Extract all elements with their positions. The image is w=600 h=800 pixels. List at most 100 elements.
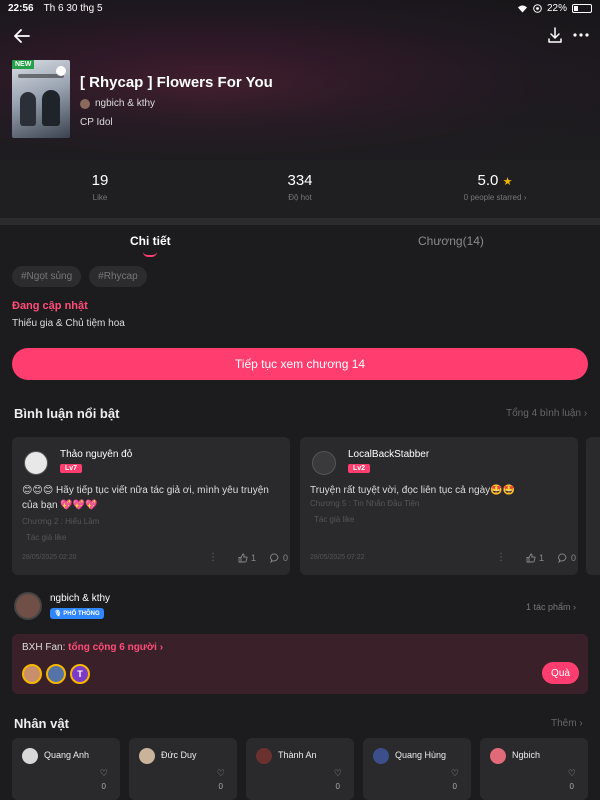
tag-list: #Ngọt sủng #Rhycap xyxy=(12,266,147,287)
heart-icon[interactable]: ♡ xyxy=(334,768,342,779)
characters-section-title: Nhân vật xyxy=(14,716,69,731)
character-card[interactable]: Thành An ♡ 0 xyxy=(246,738,354,800)
character-name: Quang Anh xyxy=(44,750,90,760)
commenter-name[interactable]: LocalBackStabber xyxy=(348,449,429,460)
characters-more-label: Thêm xyxy=(551,718,577,729)
comment-more-icon[interactable]: ⋮ xyxy=(208,552,218,563)
commenter-name[interactable]: Thảo nguyên đỏ xyxy=(60,449,132,460)
character-like-count: 0 xyxy=(335,782,340,791)
status-time: 22:56 xyxy=(8,2,34,14)
character-name: Ngbich xyxy=(512,750,541,760)
hot-count: 334 xyxy=(287,172,313,189)
tag-chip[interactable]: #Rhycap xyxy=(89,266,147,287)
character-like-count: 0 xyxy=(452,782,457,791)
tag-chip[interactable]: #Ngọt sủng xyxy=(12,266,82,287)
comment-like-button[interactable]: 1 xyxy=(238,553,256,563)
fan-avatar[interactable] xyxy=(22,664,42,684)
tab-bar: Chi tiết Chương(14) xyxy=(0,228,600,258)
battery-icon xyxy=(572,3,592,13)
book-author[interactable]: ngbich & kthy xyxy=(80,98,155,109)
character-avatar xyxy=(373,748,389,764)
heart-icon[interactable]: ♡ xyxy=(217,768,225,779)
tab-chapters[interactable]: Chương(14) xyxy=(418,234,484,248)
character-name: Đức Duy xyxy=(161,750,197,760)
level-badge: Lv7 xyxy=(60,464,83,473)
cover-figure-left xyxy=(20,92,36,126)
status-right: 22% xyxy=(517,3,592,14)
comment-more-icon[interactable]: ⋮ xyxy=(496,552,506,563)
character-card[interactable]: Ngbich ♡ 0 xyxy=(480,738,588,800)
more-button[interactable] xyxy=(570,24,592,46)
author-profile-name[interactable]: ngbich & kthy xyxy=(50,593,110,604)
thumbs-up-icon xyxy=(526,553,536,563)
comment-chapter[interactable]: Chương 2 : Hiểu Lầm xyxy=(22,517,99,526)
author-avatar[interactable] xyxy=(14,592,42,620)
character-like-count: 0 xyxy=(101,782,106,791)
author-liked-label: Tác giả like xyxy=(314,515,355,524)
comment-card[interactable]: LocalBackStabber Lv2 Truyện rất tuyệt vờ… xyxy=(300,437,578,575)
heart-icon[interactable]: ♡ xyxy=(451,768,459,779)
comment-reply-button[interactable]: 0 xyxy=(558,553,576,563)
author-works-link[interactable]: 1 tác phẩm › xyxy=(526,602,576,612)
rating-value: 5.0 xyxy=(477,172,499,189)
character-like-count: 0 xyxy=(218,782,223,791)
comment-like-button[interactable]: 1 xyxy=(526,553,544,563)
character-avatar xyxy=(22,748,38,764)
comment-card-peek[interactable] xyxy=(586,437,600,575)
fan-avatar[interactable]: T xyxy=(70,664,90,684)
author-liked-label: Tác giả like xyxy=(26,533,67,542)
back-button[interactable] xyxy=(10,24,34,48)
stats-bar: 19 Like 334 Độ hot 5.0 ★ 0 people starre… xyxy=(0,160,600,218)
author-tier-badge: 🎙 PHỔ THÔNG xyxy=(50,608,104,619)
fan-ranking[interactable]: BXH Fan: tổng cộng 6 người › T Quà xyxy=(12,634,588,694)
rating-stat[interactable]: 5.0 ★ 0 people starred › xyxy=(440,172,550,202)
status-date: Th 6 30 thg 5 xyxy=(43,2,103,14)
fan-avatar-list: T xyxy=(22,664,90,684)
like-count: 19 xyxy=(91,172,109,189)
author-profile[interactable]: ngbich & kthy 🎙 PHỔ THÔNG 1 tác phẩm › xyxy=(14,592,590,622)
download-button[interactable] xyxy=(544,24,566,46)
commenter-avatar[interactable] xyxy=(24,451,48,475)
battery-fill xyxy=(574,5,578,11)
fan-avatar[interactable] xyxy=(46,664,66,684)
more-icon xyxy=(573,33,589,37)
heart-icon[interactable]: ♡ xyxy=(568,768,576,779)
heart-icon[interactable]: ♡ xyxy=(100,768,108,779)
character-card[interactable]: Quang Anh ♡ 0 xyxy=(12,738,120,800)
character-card[interactable]: Quang Hùng ♡ 0 xyxy=(363,738,471,800)
comment-chapter[interactable]: Chương 5 : Tin Nhắn Đầu Tiên xyxy=(310,499,419,508)
fan-ranking-title: BXH Fan: tổng cộng 6 người › xyxy=(22,642,164,653)
cover-figure-right xyxy=(42,90,60,126)
play-icon xyxy=(56,66,66,76)
like-label: Like xyxy=(92,193,108,202)
comments-section-title: Bình luận nổi bật xyxy=(14,406,120,421)
gift-button[interactable]: Quà xyxy=(542,662,579,684)
commenter-avatar[interactable] xyxy=(312,451,336,475)
fan-ranking-total[interactable]: tổng cộng 6 người xyxy=(68,642,157,653)
comment-date: 28/05/2025 02:20 xyxy=(22,554,77,561)
character-avatar xyxy=(490,748,506,764)
thumbs-up-icon xyxy=(238,553,248,563)
characters-more-link[interactable]: Thêm › xyxy=(551,718,583,729)
wifi-icon xyxy=(517,5,527,12)
character-avatar xyxy=(139,748,155,764)
comment-text: 😊😊😊 Hãy tiếp tục viết nữa tác giả ơi, mì… xyxy=(22,485,269,511)
hot-stat: 334 Độ hot xyxy=(260,172,340,202)
all-comments-link[interactable]: Tổng 4 bình luận › xyxy=(506,408,587,419)
tab-detail[interactable]: Chi tiết xyxy=(130,234,171,248)
continue-reading-button[interactable]: Tiếp tục xem chương 14 xyxy=(12,348,588,380)
status-bar: 22:56 Th 6 30 thg 5 22% xyxy=(0,0,600,16)
comment-card[interactable]: Thảo nguyên đỏ Lv7 😊😊😊 Hãy tiếp tục viết… xyxy=(12,437,290,575)
book-genre: CP Idol xyxy=(80,117,113,128)
rating-label: 0 people starred xyxy=(463,193,522,202)
comment-like-count: 1 xyxy=(251,553,257,563)
speech-bubble-icon xyxy=(558,553,567,563)
like-stat[interactable]: 19 Like xyxy=(60,172,140,202)
back-arrow-icon xyxy=(14,29,30,43)
book-cover[interactable]: NEW xyxy=(12,60,70,138)
fan-ranking-prefix: BXH Fan: xyxy=(22,642,66,653)
character-card[interactable]: Đức Duy ♡ 0 xyxy=(129,738,237,800)
comment-reply-button[interactable]: 0 xyxy=(270,553,288,563)
comment-reply-count: 0 xyxy=(571,553,577,563)
author-works-label: 1 tác phẩm xyxy=(526,602,571,612)
